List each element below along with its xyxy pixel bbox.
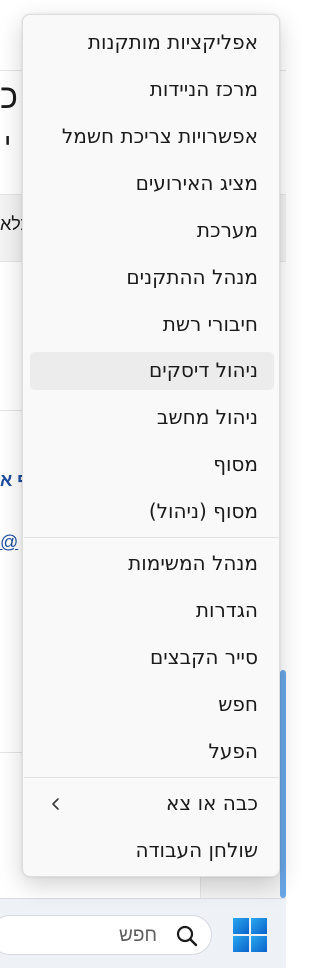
taskbar: חפש xyxy=(0,898,286,968)
menu-item-computer-management[interactable]: ניהול מחשב xyxy=(30,399,274,437)
menu-separator xyxy=(24,777,280,778)
background-title-fragment: כ xyxy=(0,78,18,116)
menu-item-terminal[interactable]: מסוף xyxy=(30,446,274,484)
menu-item-event-viewer[interactable]: מציג האירועים xyxy=(30,165,274,203)
menu-item-search[interactable]: חפש xyxy=(30,686,274,724)
background-subtitle-fragment: י xyxy=(4,128,12,159)
menu-item-label: ניהול דיסקים xyxy=(148,358,258,382)
chevron-left-icon xyxy=(50,797,62,811)
menu-item-disk-management[interactable]: ניהול דיסקים xyxy=(30,352,274,390)
menu-item-mobility-center[interactable]: מרכז הניידות xyxy=(30,71,274,109)
menu-item-file-explorer[interactable]: סייר הקבצים xyxy=(30,639,274,677)
search-placeholder: חפש xyxy=(119,925,157,946)
menu-item-settings[interactable]: הגדרות xyxy=(30,592,274,630)
menu-item-label: מרכז הניידות xyxy=(149,77,258,101)
menu-item-label: מסוף xyxy=(213,452,258,476)
menu-item-system[interactable]: מערכת xyxy=(30,212,274,250)
menu-item-run[interactable]: הפעל xyxy=(30,733,274,771)
menu-item-label: סייר הקבצים xyxy=(150,645,258,669)
background-strip-text: כלא xyxy=(0,214,22,234)
search-icon xyxy=(175,924,199,948)
menu-item-label: חפש xyxy=(218,692,258,716)
background-scrollbar[interactable] xyxy=(280,670,286,898)
menu-item-label: מנהל ההתקנים xyxy=(126,265,258,289)
menu-item-label: כבה או צא xyxy=(166,791,258,815)
background-link-fragment[interactable]: ף א xyxy=(0,470,22,491)
quick-link-menu: אפליקציות מותקנות מרכז הניידות אפשרויות … xyxy=(22,14,280,877)
menu-separator xyxy=(24,537,280,538)
menu-item-network-connections[interactable]: חיבורי רשת xyxy=(30,306,274,344)
menu-item-label: ניהול מחשב xyxy=(156,405,258,429)
menu-item-label: מסוף (ניהול) xyxy=(148,499,258,523)
menu-item-label: מציג האירועים xyxy=(135,171,258,195)
menu-item-label: הפעל xyxy=(208,739,258,763)
menu-item-label: מערכת xyxy=(196,218,258,242)
menu-item-label: שולחן העבודה xyxy=(135,838,258,862)
menu-item-label: חיבורי רשת xyxy=(162,312,258,336)
menu-item-task-manager[interactable]: מנהל המשימות xyxy=(30,545,274,583)
menu-item-label: אפשרויות צריכת חשמל xyxy=(61,124,258,148)
taskbar-search-box[interactable]: חפש xyxy=(0,915,212,955)
menu-item-label: אפליקציות מותקנות xyxy=(87,30,258,54)
menu-item-power-options[interactable]: אפשרויות צריכת חשמל xyxy=(30,118,274,156)
menu-item-label: מנהל המשימות xyxy=(128,551,258,575)
menu-item-shut-down-or-sign-out[interactable]: כבה או צא xyxy=(30,785,274,823)
menu-item-terminal-admin[interactable]: מסוף (ניהול) xyxy=(30,493,274,531)
start-button[interactable] xyxy=(228,913,272,957)
background-email-fragment[interactable]: @ xyxy=(0,532,24,553)
menu-item-label: הגדרות xyxy=(195,598,258,622)
menu-item-device-manager[interactable]: מנהל ההתקנים xyxy=(30,259,274,297)
windows-logo-icon xyxy=(233,918,267,952)
menu-item-desktop[interactable]: שולחן העבודה xyxy=(30,832,274,870)
menu-item-installed-apps[interactable]: אפליקציות מותקנות xyxy=(30,24,274,62)
